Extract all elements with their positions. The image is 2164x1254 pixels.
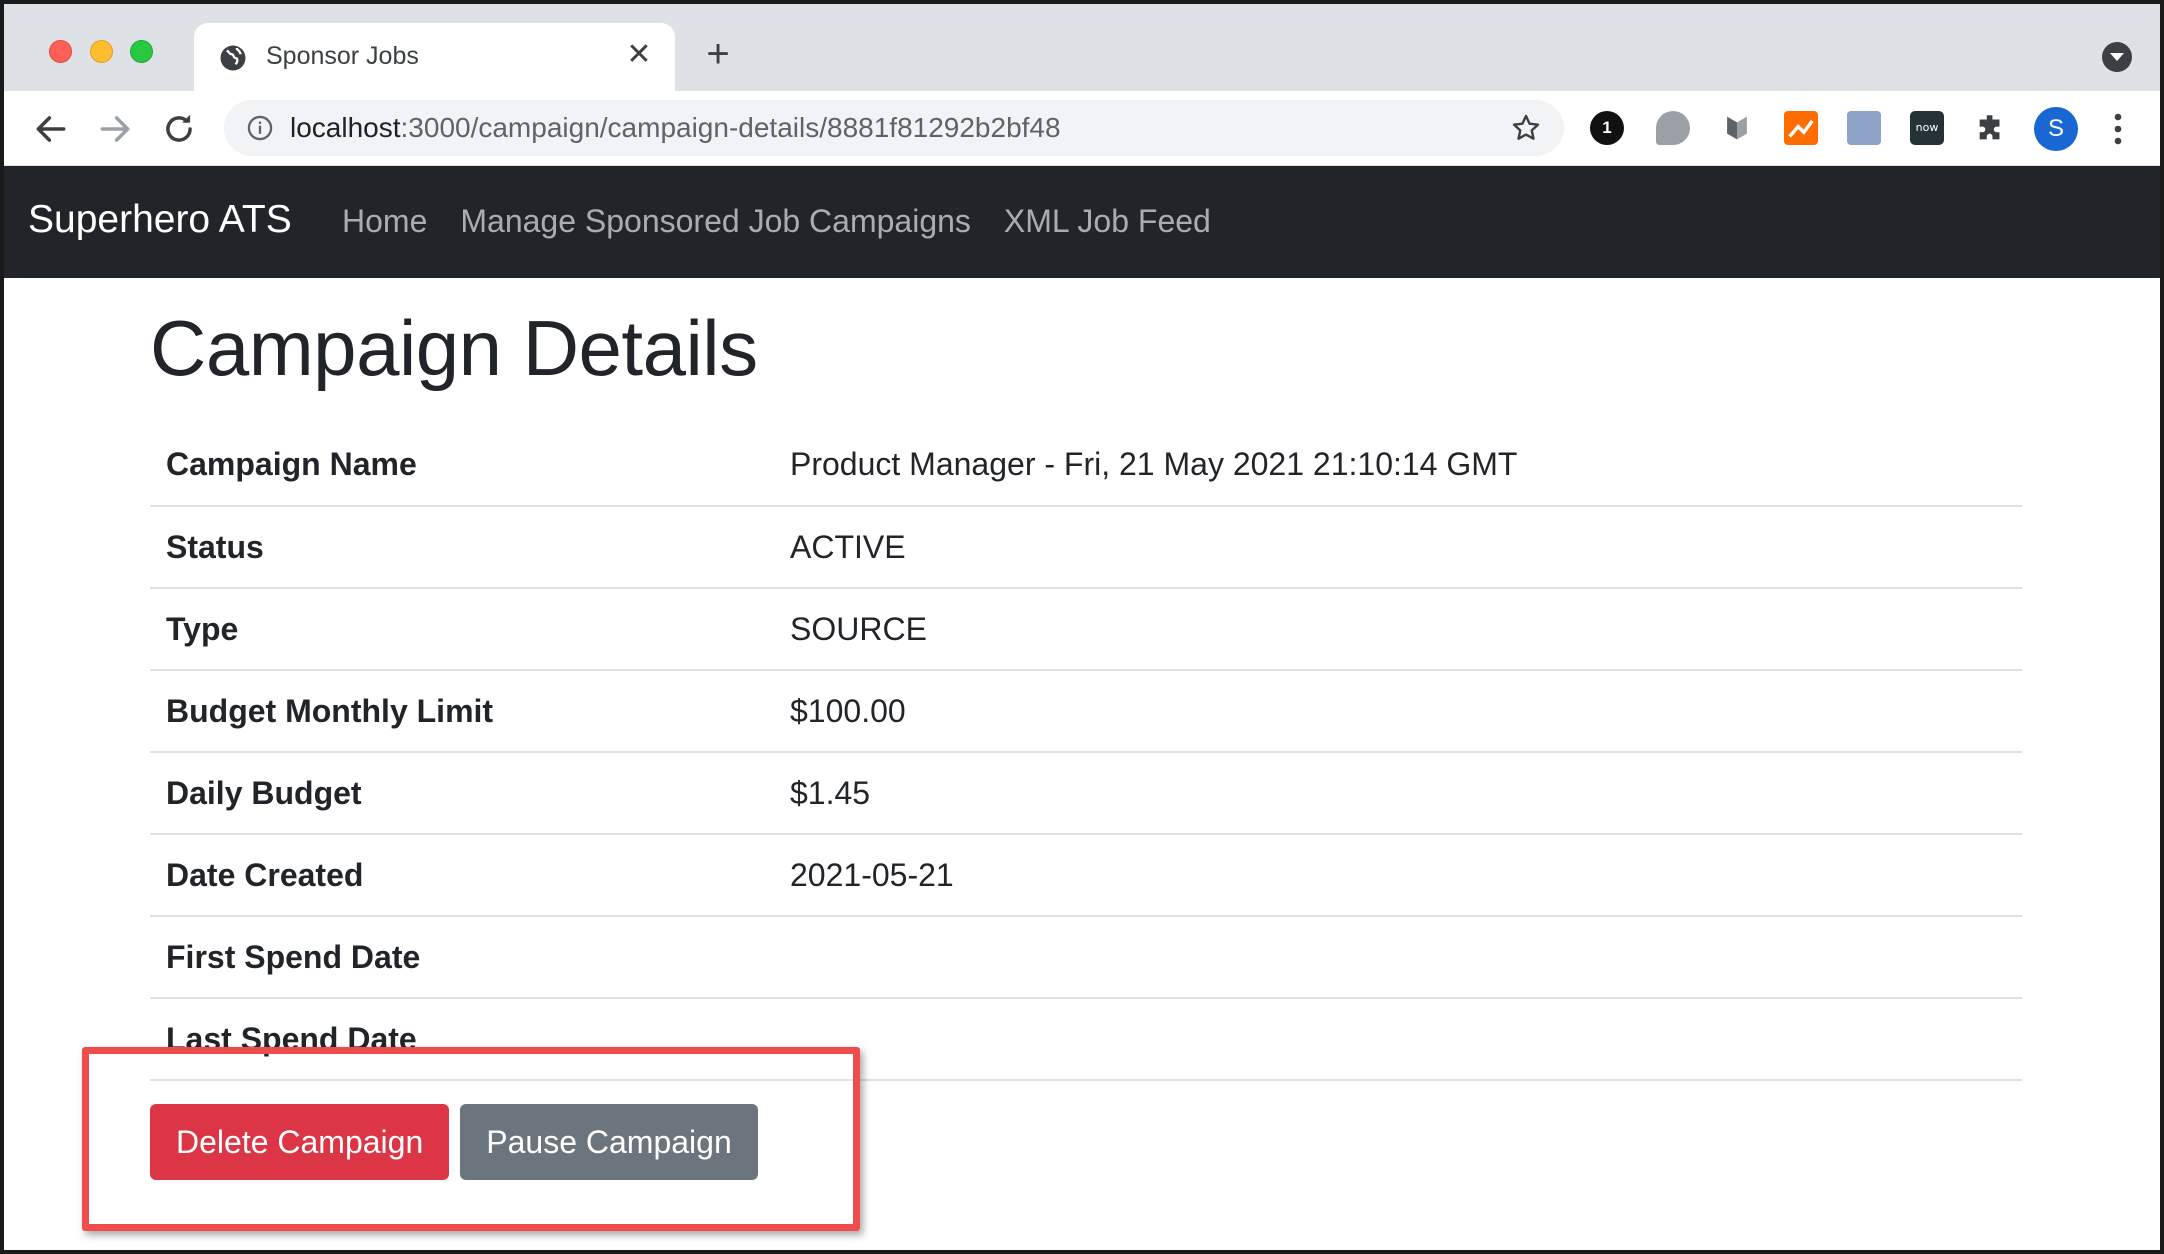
picture-extension-icon[interactable] [1847,111,1881,145]
table-row: Status ACTIVE [150,506,2022,588]
table-row: Date Created 2021-05-21 [150,834,2022,916]
row-label: Daily Budget [166,774,362,811]
campaign-details-table: Campaign Name Product Manager - Fri, 21 … [150,424,2022,1081]
kebab-menu-icon[interactable] [2108,111,2128,147]
url-text[interactable]: localhost:3000/campaign/campaign-details… [290,112,1061,144]
row-value [774,916,2022,998]
info-icon[interactable] [246,114,274,142]
chat-bubble-extension-icon[interactable] [1656,111,1690,145]
app-navbar: Superhero ATS Home Manage Sponsored Job … [4,166,2160,278]
browser-tab-active[interactable]: Sponsor Jobs ✕ [194,23,675,91]
password-manager-extension-icon[interactable]: 1 [1590,111,1624,145]
back-arrow-icon[interactable] [32,110,70,148]
main-content: Campaign Details Campaign Name Product M… [150,304,2022,1180]
row-label: Type [166,610,239,647]
analytics-extension-icon[interactable] [1784,111,1818,145]
browser-window: Sponsor Jobs ✕ + localhost:3000/campaign… [0,0,2164,1254]
servicenow-extension-icon[interactable]: now [1910,111,1944,145]
row-value: 2021-05-21 [790,856,954,893]
url-path: :3000/campaign/campaign-details/8881f812… [400,112,1061,143]
table-row: Daily Budget $1.45 [150,752,2022,834]
nav-links: Home Manage Sponsored Job Campaigns XML … [342,203,1211,240]
maximize-window-button[interactable] [130,40,153,63]
row-label: Status [166,528,264,565]
minimize-window-button[interactable] [90,40,113,63]
new-tab-plus-icon[interactable]: + [698,34,738,74]
row-label: First Spend Date [166,938,421,975]
puzzle-extensions-icon[interactable] [1974,111,2008,145]
row-value: $1.45 [790,774,871,811]
row-label: Budget Monthly Limit [166,692,494,729]
page-title: Campaign Details [150,304,758,392]
forward-arrow-icon[interactable] [96,110,134,148]
table-row: First Spend Date [150,916,2022,998]
brand-link[interactable]: Superhero ATS [28,198,292,242]
tab-search-chevron-icon[interactable] [2102,42,2132,72]
row-value: Product Manager - Fri, 21 May 2021 21:10… [790,446,1518,482]
row-value: SOURCE [790,610,927,647]
row-label: Campaign Name [166,446,417,482]
row-value [774,998,2022,1080]
globe-icon [220,45,246,71]
tab-strip: Sponsor Jobs ✕ + [4,4,2160,91]
row-value: $100.00 [790,692,906,729]
address-bar[interactable]: localhost:3000/campaign/campaign-details… [224,100,1564,156]
profile-avatar[interactable]: S [2034,107,2078,151]
nav-link-home[interactable]: Home [342,203,427,240]
bookmark-star-icon[interactable] [1510,112,1542,144]
table-row: Type SOURCE [150,588,2022,670]
highlight-annotation-box [82,1047,860,1231]
row-value: ACTIVE [790,528,906,565]
table-row: Budget Monthly Limit $100.00 [150,670,2022,752]
tab-title: Sponsor Jobs [266,42,419,70]
table-row: Campaign Name Product Manager - Fri, 21 … [150,424,2022,506]
browser-toolbar: localhost:3000/campaign/campaign-details… [4,91,2160,166]
reload-icon[interactable] [160,110,198,148]
row-label: Date Created [166,856,364,893]
close-window-button[interactable] [49,40,72,63]
url-host: localhost [290,112,401,143]
tab-close-icon[interactable]: ✕ [621,37,657,73]
nav-link-manage-campaigns[interactable]: Manage Sponsored Job Campaigns [460,203,971,240]
layers-extension-icon[interactable] [1720,111,1754,145]
nav-link-xml-feed[interactable]: XML Job Feed [1004,203,1211,240]
